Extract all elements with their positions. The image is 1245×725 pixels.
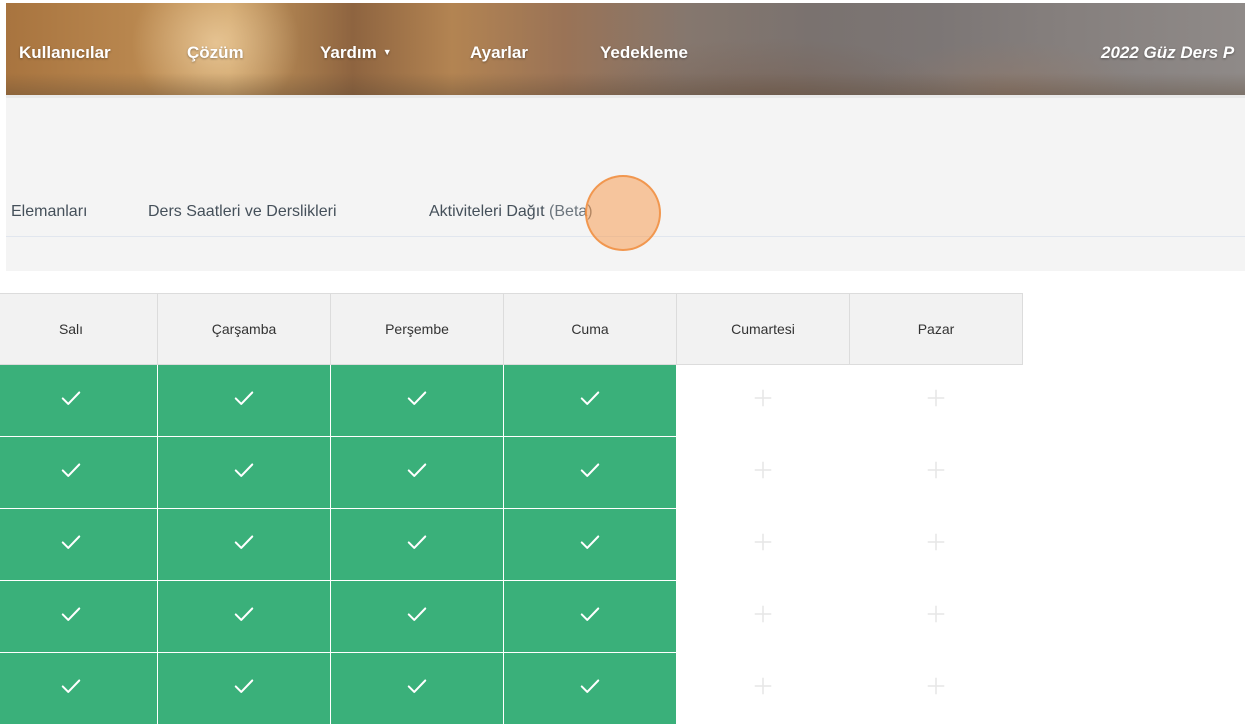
- nav-yardim[interactable]: Yardım ▼: [320, 43, 392, 63]
- caret-down-icon: ▼: [382, 47, 392, 57]
- check-icon: [60, 531, 82, 553]
- availability-table: Salı Çarşamba Perşembe Cuma Cumartesi Pa…: [0, 293, 1023, 725]
- tab-aktiviteleri-dagit[interactable]: Aktiviteleri Dağıt (Beta): [429, 203, 593, 221]
- header-sali: Salı: [0, 293, 158, 365]
- slot-cell[interactable]: [849, 652, 1023, 725]
- check-icon: [233, 387, 255, 409]
- click-highlight: [585, 175, 661, 251]
- slot-cell[interactable]: [849, 580, 1023, 653]
- plus-icon: [925, 387, 947, 409]
- slot-cell[interactable]: [503, 652, 677, 725]
- nav-cozum[interactable]: Çözüm: [187, 43, 244, 63]
- slot-cell[interactable]: [330, 652, 504, 725]
- table-body: [0, 364, 1023, 725]
- table-row: [0, 580, 1023, 653]
- slot-cell[interactable]: [503, 436, 677, 509]
- tab-ders-saatleri[interactable]: Ders Saatleri ve Derslikleri: [148, 203, 337, 221]
- slot-cell[interactable]: [503, 580, 677, 653]
- slot-cell[interactable]: [157, 652, 331, 725]
- slot-cell[interactable]: [157, 364, 331, 437]
- plus-icon: [752, 459, 774, 481]
- tab-elemanlari[interactable]: Elemanları: [11, 203, 87, 221]
- slot-cell[interactable]: [676, 508, 850, 581]
- check-icon: [406, 387, 428, 409]
- table-row: [0, 652, 1023, 725]
- plus-icon: [752, 387, 774, 409]
- check-icon: [60, 387, 82, 409]
- check-icon: [406, 531, 428, 553]
- header-pazar: Pazar: [849, 293, 1023, 365]
- plus-icon: [925, 675, 947, 697]
- check-icon: [233, 531, 255, 553]
- table-row: [0, 436, 1023, 509]
- header-cumartesi: Cumartesi: [676, 293, 850, 365]
- term-title: 2022 Güz Ders P: [1101, 43, 1235, 62]
- slot-cell[interactable]: [503, 364, 677, 437]
- check-icon: [579, 387, 601, 409]
- check-icon: [233, 675, 255, 697]
- check-icon: [60, 459, 82, 481]
- slot-cell[interactable]: [157, 436, 331, 509]
- header-persembe: Perşembe: [330, 293, 504, 365]
- check-icon: [406, 603, 428, 625]
- slot-cell[interactable]: [0, 436, 158, 509]
- slot-cell[interactable]: [0, 580, 158, 653]
- slot-cell[interactable]: [157, 508, 331, 581]
- check-icon: [60, 603, 82, 625]
- plus-icon: [925, 603, 947, 625]
- plus-icon: [752, 531, 774, 553]
- slot-cell[interactable]: [503, 508, 677, 581]
- plus-icon: [925, 459, 947, 481]
- check-icon: [406, 459, 428, 481]
- check-icon: [579, 459, 601, 481]
- table-row: [0, 364, 1023, 437]
- check-icon: [233, 603, 255, 625]
- nav-yardim-label: Yardım: [320, 43, 377, 62]
- slot-cell[interactable]: [330, 508, 504, 581]
- nav-kullanicilar[interactable]: Kullanıcılar: [19, 43, 111, 63]
- plus-icon: [752, 675, 774, 697]
- slot-cell[interactable]: [330, 436, 504, 509]
- check-icon: [233, 459, 255, 481]
- slot-cell[interactable]: [676, 436, 850, 509]
- slot-cell[interactable]: [849, 364, 1023, 437]
- header-carsamba: Çarşamba: [157, 293, 331, 365]
- table-header-row: Salı Çarşamba Perşembe Cuma Cumartesi Pa…: [0, 293, 1023, 365]
- slot-cell[interactable]: [849, 436, 1023, 509]
- tab-aktiviteleri-label: Aktiviteleri Dağıt: [429, 203, 545, 220]
- slot-cell[interactable]: [0, 508, 158, 581]
- check-icon: [579, 675, 601, 697]
- slot-cell[interactable]: [0, 364, 158, 437]
- slot-cell[interactable]: [157, 580, 331, 653]
- nav-yedekleme[interactable]: Yedekleme: [600, 43, 688, 63]
- top-navbar: Kullanıcılar Çözüm Yardım ▼ Ayarlar Yedek…: [6, 3, 1245, 95]
- slot-cell[interactable]: [676, 364, 850, 437]
- slot-cell[interactable]: [676, 652, 850, 725]
- plus-icon: [925, 531, 947, 553]
- nav-ayarlar[interactable]: Ayarlar: [470, 43, 528, 63]
- slot-cell[interactable]: [0, 652, 158, 725]
- table-row: [0, 508, 1023, 581]
- header-cuma: Cuma: [503, 293, 677, 365]
- slot-cell[interactable]: [676, 580, 850, 653]
- slot-cell[interactable]: [849, 508, 1023, 581]
- check-icon: [579, 531, 601, 553]
- check-icon: [406, 675, 428, 697]
- slot-cell[interactable]: [330, 364, 504, 437]
- slot-cell[interactable]: [330, 580, 504, 653]
- plus-icon: [752, 603, 774, 625]
- check-icon: [579, 603, 601, 625]
- check-icon: [60, 675, 82, 697]
